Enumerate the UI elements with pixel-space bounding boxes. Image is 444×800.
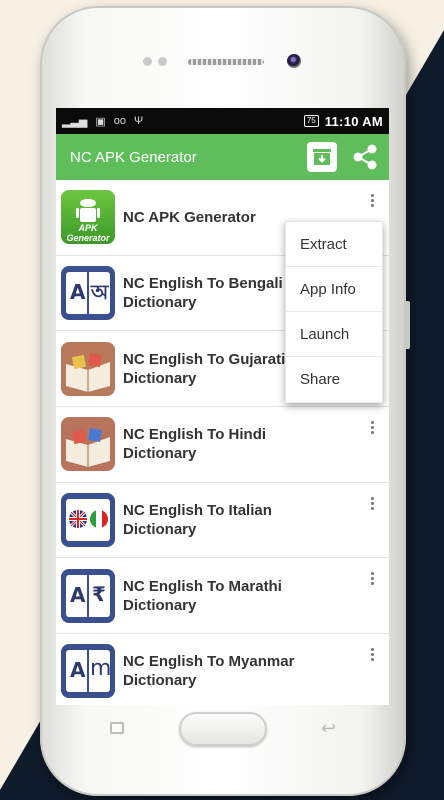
apk-generator-android-icon: APK Generator bbox=[61, 190, 115, 245]
recent-apps-key[interactable] bbox=[110, 722, 124, 734]
context-menu: Extract App Info Launch Share bbox=[285, 221, 383, 403]
list-item[interactable]: NC English To Hindi Dictionary bbox=[56, 407, 389, 483]
app-name: NC English To Myanmar Dictionary bbox=[123, 653, 295, 690]
list-item[interactable]: A m NC English To Myanmar Dictionary bbox=[56, 634, 389, 705]
status-icons-left: ▂▃▅ ▣ oo Ψ bbox=[62, 115, 143, 128]
usb-icon: Ψ bbox=[134, 115, 144, 127]
phone-bottom-bezel: ↩ bbox=[40, 706, 406, 776]
power-button bbox=[405, 301, 410, 349]
menu-item-app-info[interactable]: App Info bbox=[286, 267, 382, 312]
list-item[interactable]: NC English To Italian Dictionary bbox=[56, 482, 389, 559]
download-box-icon[interactable] bbox=[307, 142, 337, 172]
app-bar-actions bbox=[307, 142, 389, 172]
app-name: NC English To Italian Dictionary bbox=[123, 502, 272, 539]
more-options-icon[interactable] bbox=[371, 648, 375, 662]
earpiece-speaker bbox=[188, 59, 264, 65]
share-icon[interactable] bbox=[351, 143, 379, 171]
app-title: NC APK Generator bbox=[70, 148, 197, 166]
menu-item-extract[interactable]: Extract bbox=[286, 222, 382, 267]
voicemail-icon: oo bbox=[113, 115, 127, 127]
app-bar: NC APK Generator bbox=[56, 134, 389, 180]
sensor-dot bbox=[158, 57, 167, 66]
status-bar: ▂▃▅ ▣ oo Ψ 75 11:10 AM bbox=[56, 108, 389, 134]
more-options-icon[interactable] bbox=[371, 194, 375, 207]
app-name: NC APK Generator bbox=[123, 208, 256, 226]
more-options-icon[interactable] bbox=[371, 572, 375, 586]
menu-item-launch[interactable]: Launch bbox=[286, 312, 382, 357]
app-name: NC English To Gujarati Dictionary bbox=[123, 350, 286, 387]
back-key-icon[interactable]: ↩ bbox=[321, 718, 336, 739]
image-icon: ▣ bbox=[95, 115, 106, 128]
app-name: NC English To Marathi Dictionary bbox=[123, 577, 282, 614]
marathi-dictionary-icon: A ₹ bbox=[61, 568, 115, 623]
gujarati-dictionary-book-icon bbox=[61, 341, 115, 396]
more-options-icon[interactable] bbox=[371, 421, 375, 435]
bengali-dictionary-icon: A অ bbox=[61, 266, 115, 321]
menu-item-share[interactable]: Share bbox=[286, 357, 382, 402]
sensor-dot bbox=[143, 57, 152, 66]
signal-icon: ▂▃▅ bbox=[62, 115, 88, 128]
front-camera bbox=[287, 54, 301, 68]
status-time: 11:10 AM bbox=[324, 113, 383, 129]
apk-icon-text: APK Generator bbox=[66, 223, 110, 244]
battery-icon: 75 bbox=[303, 115, 319, 127]
more-options-icon[interactable] bbox=[371, 496, 375, 510]
status-icons-right: 75 11:10 AM bbox=[303, 113, 383, 129]
app-name: NC English To Bengali Dictionary bbox=[123, 275, 283, 312]
myanmar-dictionary-icon: A m bbox=[61, 644, 115, 699]
app-name: NC English To Hindi Dictionary bbox=[123, 426, 267, 463]
list-item[interactable]: A ₹ NC English To Marathi Dictionary bbox=[56, 558, 389, 635]
phone-frame: ▂▃▅ ▣ oo Ψ 75 11:10 AM NC APK Generator bbox=[40, 6, 410, 796]
italian-dictionary-flags-icon bbox=[61, 493, 115, 548]
phone-screen: ▂▃▅ ▣ oo Ψ 75 11:10 AM NC APK Generator bbox=[56, 108, 389, 705]
home-button[interactable] bbox=[179, 712, 267, 746]
hindi-dictionary-book-icon bbox=[61, 417, 115, 472]
